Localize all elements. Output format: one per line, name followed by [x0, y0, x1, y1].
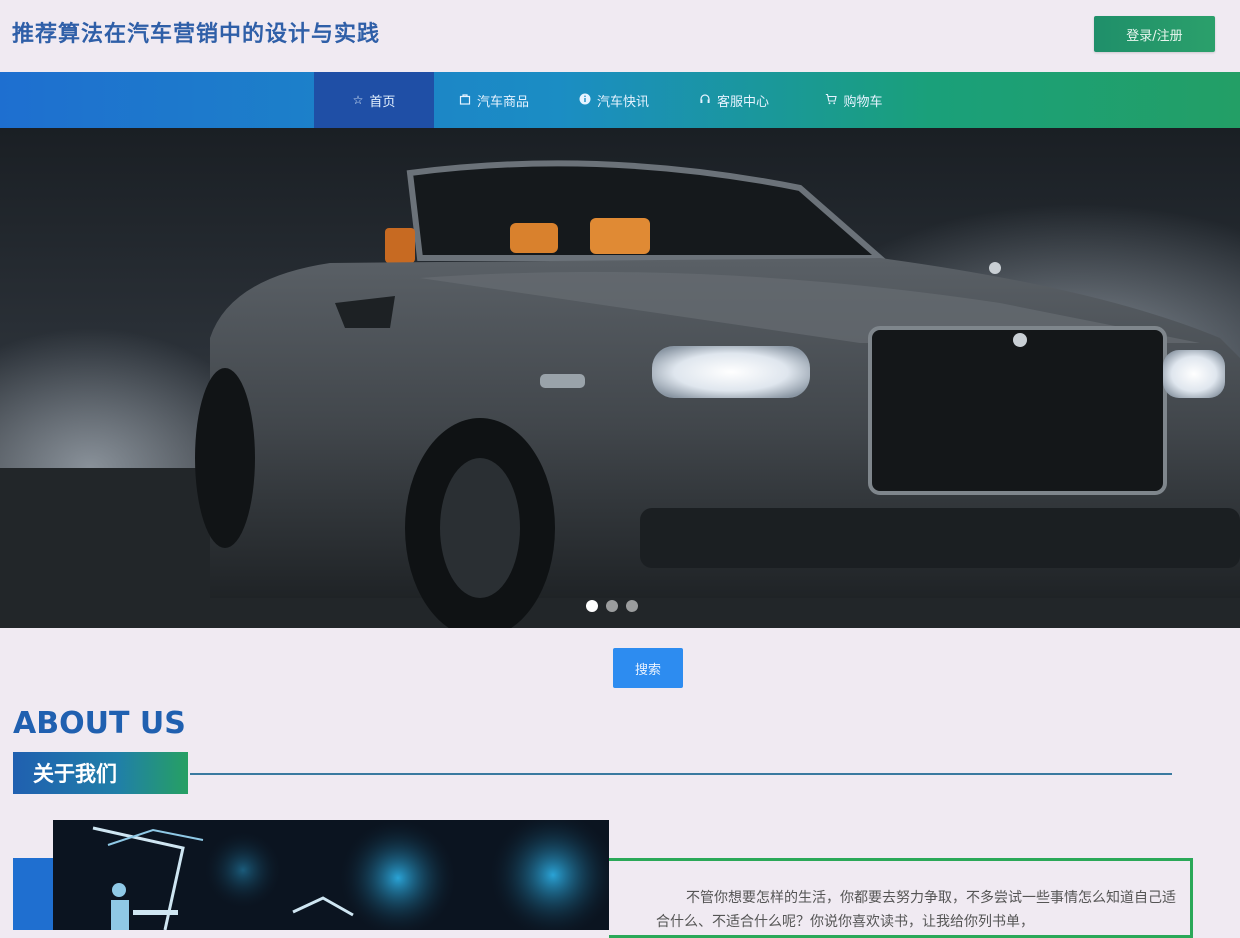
about-image — [53, 820, 609, 930]
car-banner-image — [0, 160, 1240, 628]
star-icon: ☆ — [352, 93, 364, 107]
site-title: 推荐算法在汽车营销中的设计与实践 — [12, 22, 381, 47]
about-title-en: ABOUT US — [13, 706, 186, 741]
cart-icon — [825, 93, 838, 108]
headset-icon — [699, 93, 711, 108]
search-button[interactable]: 搜索 — [613, 648, 683, 688]
carousel-dot-3[interactable] — [626, 600, 638, 612]
decorative-blue-block — [13, 858, 53, 930]
nav-item-label: 汽车商品 — [476, 94, 529, 110]
carousel-indicators — [586, 600, 638, 612]
nav-item-label: 汽车快讯 — [596, 94, 649, 110]
about-paragraph: 不管你想要怎样的生活，你都要去努力争取，不多尝试一些事情怎么知道自己适合什么、不… — [656, 890, 1176, 930]
about-title-cn: 关于我们 — [13, 752, 188, 794]
nav-item-cart[interactable]: 购物车 — [794, 72, 914, 128]
carousel-dot-1[interactable] — [586, 600, 598, 612]
bag-icon — [459, 93, 471, 108]
nav-item-car-news[interactable]: 汽车快讯 — [554, 72, 674, 128]
nav-item-service-center[interactable]: 客服中心 — [674, 72, 794, 128]
site-header: 推荐算法在汽车营销中的设计与实践 登录/注册 — [0, 0, 1240, 72]
search-input[interactable] — [200, 650, 610, 688]
search-bar: 搜索 — [0, 628, 1240, 698]
info-icon — [579, 93, 591, 108]
section-divider — [190, 773, 1172, 775]
carousel-dot-2[interactable] — [606, 600, 618, 612]
main-nav: ☆ 首页 汽车商品 汽车快讯 客服中心 购物车 — [0, 72, 1240, 128]
nav-item-label: 客服中心 — [716, 94, 769, 110]
banner-carousel[interactable] — [0, 128, 1240, 628]
nav-item-label: 首页 — [369, 94, 396, 110]
nav-item-car-products[interactable]: 汽车商品 — [434, 72, 554, 128]
nav-item-label: 购物车 — [843, 94, 883, 110]
nav-item-home[interactable]: ☆ 首页 — [314, 72, 434, 128]
login-register-button[interactable]: 登录/注册 — [1094, 16, 1215, 52]
